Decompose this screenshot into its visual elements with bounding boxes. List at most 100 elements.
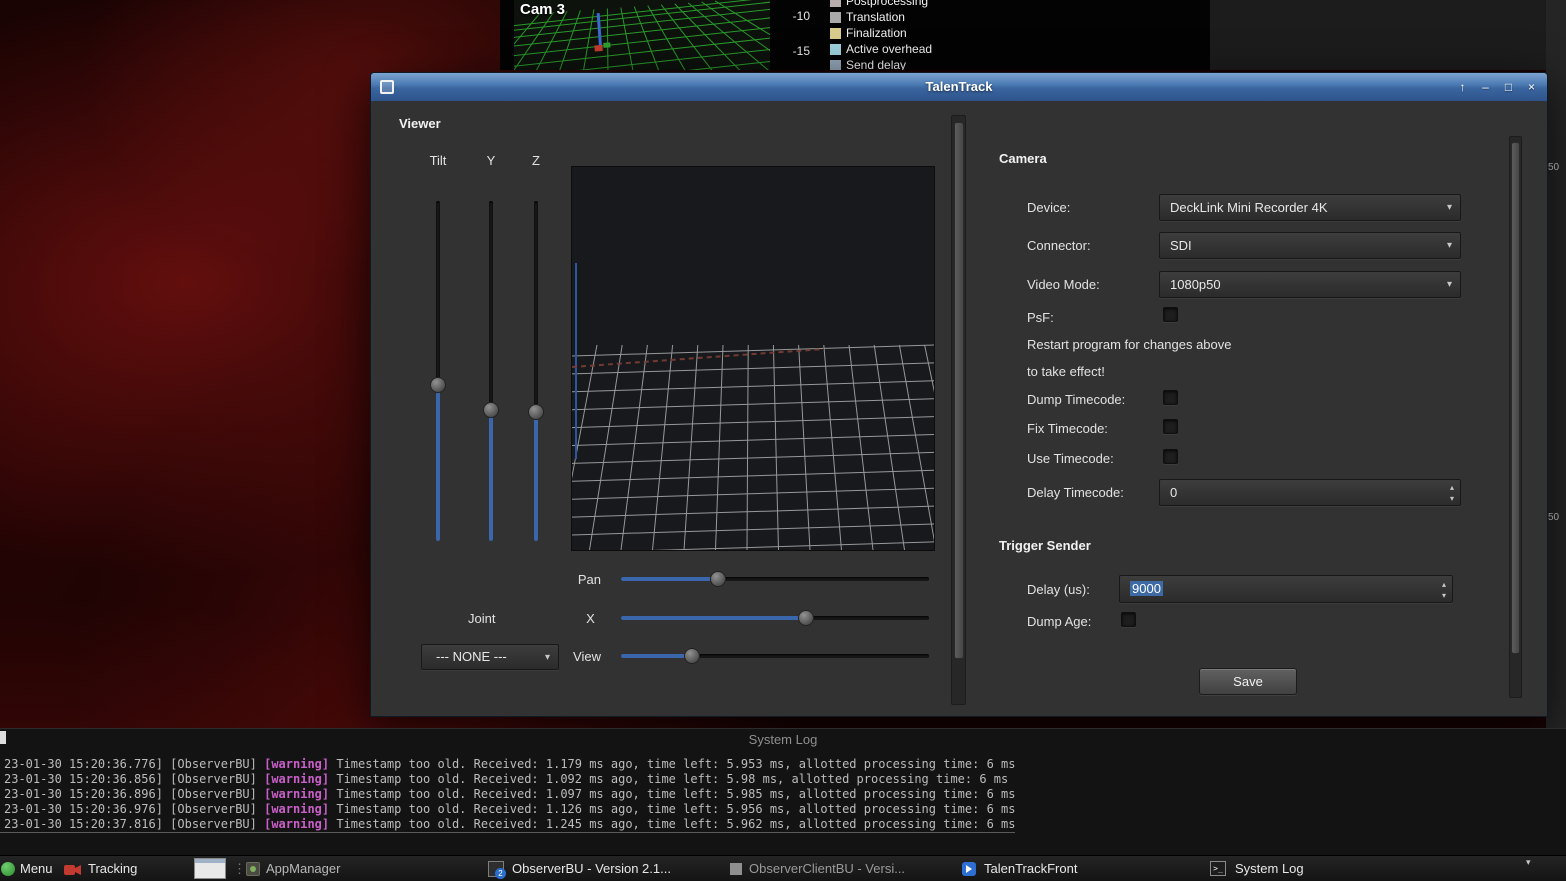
observerclient-icon[interactable] [730,863,742,875]
tracking-icon[interactable] [64,863,82,881]
view-slider[interactable] [621,646,929,666]
log-message: Timestamp too old. Received: 1.179 ms ag… [329,757,1015,771]
legend-item: Translation [830,10,905,24]
menu-icon[interactable] [1,862,15,876]
log-line: 23-01-30 15:20:36.776] [ObserverBU] [war… [4,757,1015,771]
device-select[interactable]: DeckLink Mini Recorder 4K ▾ [1159,194,1461,221]
psf-checkbox[interactable] [1163,307,1178,322]
delay-us-spinbox[interactable]: 9000 ▴ ▾ [1119,575,1453,603]
x-slider[interactable] [621,608,929,628]
scrollbar-thumb[interactable] [954,122,964,659]
camera-section-title: Camera [999,151,1047,166]
chevron-down-icon: ▾ [545,645,550,670]
taskbar-observerbu[interactable]: ObserverBU - Version 2.1... [512,856,671,881]
background-chart-strip: 50 50 [1546,0,1566,730]
slider-fill [489,410,493,541]
viewer-title: Viewer [399,116,441,131]
taskbar-observerclient[interactable]: ObserverClientBU - Versi... [749,856,905,881]
slider-handle[interactable] [528,404,544,420]
connector-select[interactable]: SDI ▾ [1159,232,1461,259]
delay-timecode-label: Delay Timecode: [1027,485,1124,500]
psf-label: PsF: [1027,310,1054,325]
dump-timecode-checkbox[interactable] [1163,390,1178,405]
3d-viewport[interactable] [571,166,935,551]
dump-age-label: Dump Age: [1027,614,1091,629]
taskbar-systemlog[interactable]: System Log [1235,856,1304,881]
keep-above-button[interactable]: ↑ [1455,78,1470,96]
delay-us-label: Delay (us): [1027,582,1090,597]
system-log-title: System Log [0,732,1566,747]
terminal-icon[interactable]: >_ [1210,861,1226,876]
tilt-slider[interactable] [428,201,448,541]
slider-handle[interactable] [710,571,726,587]
log-timestamp: 23-01-30 15:20:36.856] [ObserverBU] [4,772,264,786]
use-timecode-label: Use Timecode: [1027,451,1114,466]
axis-label: 50 [1548,512,1559,523]
axis-tick-bottom: -15 [782,44,810,58]
slider-handle[interactable] [684,648,700,664]
dump-age-checkbox[interactable] [1121,612,1136,627]
z-label: Z [516,153,556,168]
taskbar-tracking[interactable]: Tracking [88,856,137,881]
taskbar-talentrack[interactable]: TalenTrackFront [984,856,1077,881]
slider-fill [621,577,718,581]
log-warning-tag: [warning] [264,772,329,786]
restart-note-line2: to take effect! [1027,364,1105,379]
video-mode-select[interactable]: 1080p50 ▾ [1159,271,1461,298]
maximize-button[interactable]: □ [1501,78,1516,96]
taskbar-menu[interactable]: Menu [20,856,53,881]
log-message: Timestamp too old. Received: 1.097 ms ag… [329,787,1015,801]
talentrack-icon[interactable] [962,862,976,876]
pan-slider[interactable] [621,569,929,589]
legend-item: Send delay [830,58,906,70]
chevron-down-icon: ▾ [1447,233,1452,258]
window-preview-icon[interactable] [194,858,226,879]
close-button[interactable]: × [1524,78,1539,96]
camera-scrollbar[interactable] [1509,136,1522,698]
titlebar[interactable]: TalenTrack ↑ – □ × [371,73,1547,102]
slider-handle[interactable] [483,402,499,418]
spin-down-icon[interactable]: ▾ [1450,493,1454,504]
log-timestamp: 23-01-30 15:20:36.896] [ObserverBU] [4,787,264,801]
tray-arrow-icon[interactable]: ▾ [1526,857,1531,868]
x-label: X [578,611,603,626]
spin-up-icon[interactable]: ▴ [1442,579,1446,590]
fix-timecode-checkbox[interactable] [1163,419,1178,434]
scrollbar-thumb[interactable] [1511,142,1520,654]
log-divider [0,832,1015,833]
video-mode-label: Video Mode: [1027,277,1100,292]
appmanager-icon[interactable] [246,862,260,876]
save-button[interactable]: Save [1199,668,1297,695]
z-slider[interactable] [526,201,546,541]
delay-us-value[interactable]: 9000 [1130,581,1163,596]
y-slider[interactable] [481,201,501,541]
slider-handle[interactable] [430,377,446,393]
slider-handle[interactable] [798,610,814,626]
log-warning-tag: [warning] [264,787,329,801]
spin-down-icon[interactable]: ▾ [1442,590,1446,601]
background-window: Cam 3 -10 -15 Postprocessing Translation… [500,0,1210,70]
legend-swatch [830,60,841,71]
legend-item: Active overhead [830,42,932,56]
joint-label: Joint [468,611,495,626]
taskbar-appmanager[interactable]: AppManager [266,856,340,881]
viewer-scrollbar[interactable] [951,115,966,705]
observerbu-icon[interactable]: 2 [488,861,504,877]
system-log-window: System Log 23-01-30 15:20:36.776] [Obser… [0,728,1566,855]
delay-timecode-spinbox[interactable]: 0 ▴ ▾ [1159,479,1461,506]
log-timestamp: 23-01-30 15:20:36.776] [ObserverBU] [4,757,264,771]
legend-swatch [830,0,841,7]
minimize-button[interactable]: – [1478,78,1493,96]
use-timecode-checkbox[interactable] [1163,449,1178,464]
legend-label: Finalization [846,26,907,40]
joint-select[interactable]: --- NONE --- ▾ [421,644,559,670]
device-value: DeckLink Mini Recorder 4K [1170,200,1328,215]
delay-timecode-value: 0 [1170,485,1177,500]
slider-fill [534,412,538,541]
spin-up-icon[interactable]: ▴ [1450,482,1454,493]
log-line: 23-01-30 15:20:36.976] [ObserverBU] [war… [4,802,1015,816]
talentrack-window: TalenTrack ↑ – □ × Viewer Tilt Y Z [370,72,1548,717]
video-mode-value: 1080p50 [1170,277,1221,292]
trigger-sender-section-title: Trigger Sender [999,538,1091,553]
joint-select-value: --- NONE --- [436,649,507,664]
